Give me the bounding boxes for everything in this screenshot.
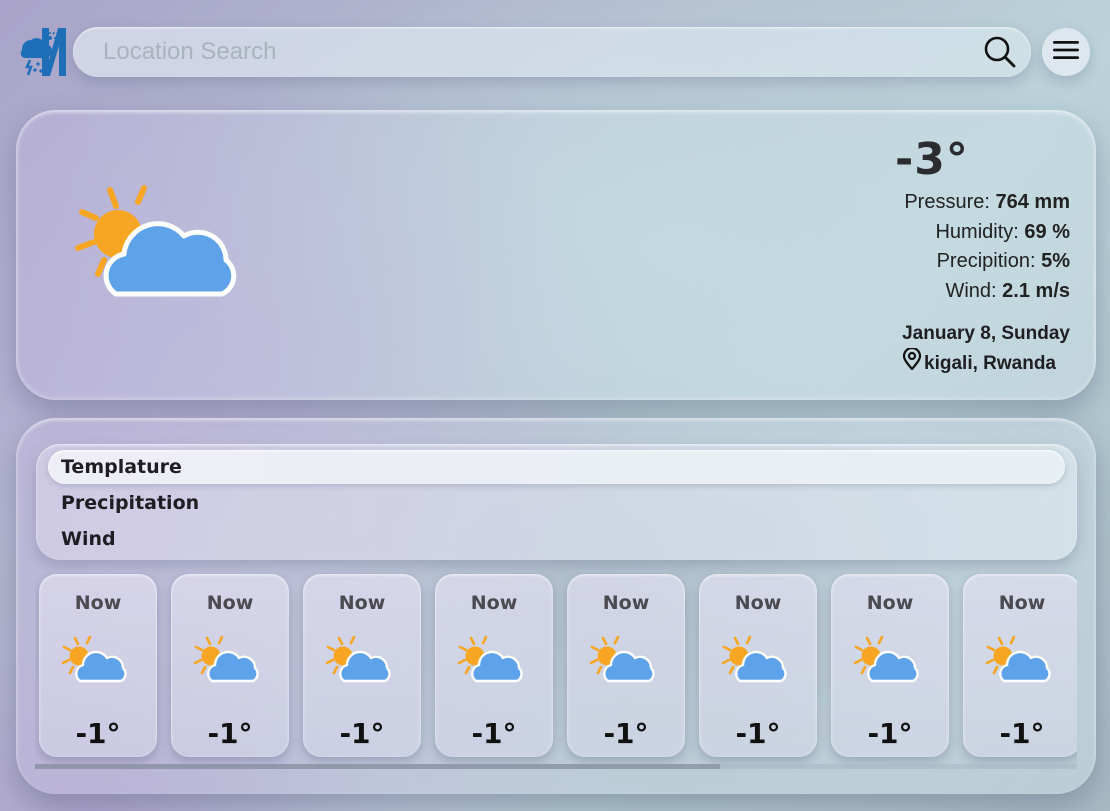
horizontal-scrollbar[interactable]: [35, 764, 1077, 769]
current-temperature: -3°: [895, 134, 969, 185]
hourly-forecast-strip[interactable]: Now -1° Now -1° Now -1° Now -1° Now -1° Now -1° Now -…: [35, 573, 1077, 769]
forecast-card: Templature Precipitation Wind Now -1° Now -…: [16, 418, 1096, 794]
precipitation-value: 5%: [1041, 250, 1070, 272]
search-icon[interactable]: [983, 35, 1017, 69]
hour-temperature: -1°: [207, 717, 253, 750]
partly-cloudy-icon: [589, 635, 655, 686]
current-stats: -3° Pressure: 764 mm Humidity: 69 % Prec…: [750, 132, 1070, 379]
hour-temperature: -1°: [603, 717, 649, 750]
hour-card[interactable]: Now -1°: [567, 574, 685, 757]
metric-tabs: Templature Precipitation Wind: [36, 444, 1077, 560]
hour-label: Now: [206, 592, 254, 614]
hour-card[interactable]: Now -1°: [171, 574, 289, 757]
current-location: kigali, Rwanda: [750, 346, 1070, 379]
partly-cloudy-icon: [325, 635, 391, 686]
humidity-stat: Humidity: 69 %: [750, 218, 1070, 248]
current-date: January 8, Sunday: [902, 323, 1070, 344]
tab-temperature[interactable]: Templature: [48, 450, 1065, 484]
app-logo[interactable]: [16, 24, 70, 80]
partly-cloudy-icon: [68, 182, 248, 312]
search-input[interactable]: [103, 38, 983, 66]
hour-label: Now: [998, 592, 1046, 614]
hour-label: Now: [602, 592, 650, 614]
hour-label: Now: [338, 592, 386, 614]
scrollbar-thumb[interactable]: [35, 764, 720, 769]
current-weather-card: -3° Pressure: 764 mm Humidity: 69 % Prec…: [16, 110, 1096, 400]
wind-value: 2.1 m/s: [1002, 279, 1070, 302]
hour-card[interactable]: Now -1°: [963, 574, 1077, 757]
partly-cloudy-icon: [457, 635, 523, 686]
precipitation-label: Precipition:: [936, 250, 1036, 272]
hour-card[interactable]: Now -1°: [39, 574, 157, 757]
partly-cloudy-icon: [985, 635, 1051, 686]
hour-temperature: -1°: [339, 717, 385, 750]
pressure-label: Pressure:: [904, 191, 990, 213]
tab-precipitation[interactable]: Precipitation: [48, 486, 1065, 520]
hour-temperature: -1°: [999, 717, 1045, 750]
hour-temperature: -1°: [75, 717, 121, 750]
precipitation-stat: Precipition: 5%: [750, 247, 1070, 277]
hour-label: Now: [74, 592, 122, 614]
partly-cloudy-icon: [721, 635, 787, 686]
pressure-value: 764 mm: [995, 191, 1071, 213]
hour-label: Now: [470, 592, 518, 614]
pressure-stat: Pressure: 764 mm: [750, 188, 1070, 218]
hour-label: Now: [866, 592, 914, 614]
tab-wind[interactable]: Wind: [48, 522, 1065, 556]
partly-cloudy-icon: [61, 635, 127, 686]
humidity-label: Humidity:: [935, 220, 1019, 243]
search-bar: [73, 27, 1031, 77]
hour-temperature: -1°: [735, 717, 781, 750]
humidity-value: 69 %: [1024, 220, 1070, 243]
hour-card[interactable]: Now -1°: [435, 574, 553, 757]
hour-card[interactable]: Now -1°: [831, 574, 949, 757]
hour-temperature: -1°: [867, 717, 913, 750]
wind-stat: Wind: 2.1 m/s: [750, 277, 1070, 307]
hour-temperature: -1°: [471, 717, 517, 750]
menu-button[interactable]: [1042, 28, 1090, 76]
wind-label: Wind:: [945, 279, 997, 302]
partly-cloudy-icon: [853, 635, 919, 686]
map-pin-icon: [902, 346, 922, 379]
hour-card[interactable]: Now -1°: [303, 574, 421, 757]
partly-cloudy-icon: [193, 635, 259, 686]
hour-label: Now: [734, 592, 782, 614]
location-text: kigali, Rwanda: [924, 352, 1056, 374]
hamburger-icon: [1052, 39, 1080, 65]
hour-card[interactable]: Now -1°: [699, 574, 817, 757]
